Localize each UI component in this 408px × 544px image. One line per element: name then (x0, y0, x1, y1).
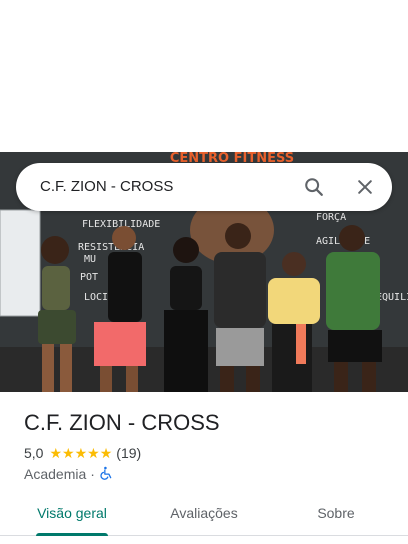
place-tabs: Visão geral Avaliações Sobre (0, 496, 408, 536)
place-category: Academia (24, 466, 87, 482)
search-bar[interactable]: C.F. ZION - CROSS (16, 163, 392, 211)
rating-value: 5,0 (24, 445, 44, 461)
wall-word: POT (80, 272, 98, 283)
active-tab-indicator (36, 533, 108, 536)
tab-overview[interactable]: Visão geral (36, 496, 108, 536)
place-title: C.F. ZION - CROSS (24, 410, 220, 435)
star-icon: ★ (49, 445, 63, 461)
rating-row[interactable]: 5,0 ★ ★ ★ ★ ★ (19) (24, 444, 141, 462)
star-icon: ★ (87, 445, 100, 461)
wall-word: LOCI (84, 292, 108, 303)
category-row: Academia · (24, 465, 113, 483)
tab-about[interactable]: Sobre (308, 496, 364, 536)
star-icon: ★ (62, 445, 75, 461)
wall-word: EQUILÍBRIO (376, 290, 408, 303)
close-icon[interactable] (353, 175, 377, 199)
wall-word: MU (84, 254, 96, 265)
separator-dot: · (90, 466, 95, 482)
wall-word: FORÇA (316, 212, 346, 223)
star-icon: ★ (74, 445, 88, 461)
star-rating: ★ ★ ★ ★ ★ (49, 444, 112, 462)
wheelchair-icon (99, 466, 113, 483)
search-input[interactable]: C.F. ZION - CROSS (40, 163, 173, 211)
review-count[interactable]: (19) (116, 445, 141, 461)
star-icon: ★ (99, 445, 113, 461)
tab-reviews[interactable]: Avaliações (160, 496, 248, 536)
search-icon[interactable] (302, 175, 326, 199)
